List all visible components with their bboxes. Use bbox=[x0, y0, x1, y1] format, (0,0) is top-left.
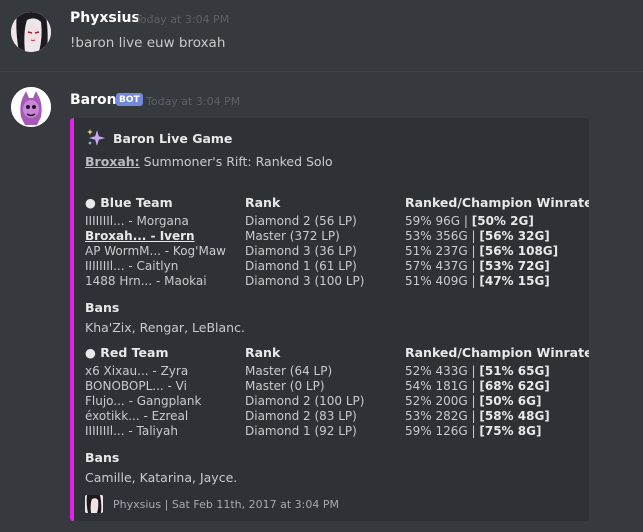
rank-column-header: Rank bbox=[245, 345, 281, 360]
blue-bans-label: Bans bbox=[85, 300, 120, 315]
player-winrate: 59% 126G | [75% 8G] bbox=[405, 424, 542, 438]
game-mode: Summoner's Rift: Ranked Solo bbox=[139, 154, 333, 169]
embed-accent-bar bbox=[70, 118, 74, 521]
player-rank: Master (0 LP) bbox=[245, 379, 325, 393]
player-rank: Diamond 1 (92 LP) bbox=[245, 424, 357, 438]
red-bans-label: Bans bbox=[85, 450, 120, 465]
red-bans: Camille, Katarina, Jayce. bbox=[85, 470, 238, 485]
team-name: Red Team bbox=[100, 345, 169, 360]
player-name: IIIIIIIl... - Taliyah bbox=[85, 424, 178, 438]
blue-player-list: IIIIIIIl... - Morgana Broxah... - Ivern … bbox=[85, 214, 226, 289]
player-name: 1488 Hrn... - Maokai bbox=[85, 274, 207, 288]
message-text: !baron live euw broxah bbox=[70, 35, 226, 51]
red-team-header: ● Red Team bbox=[85, 345, 169, 360]
player-name: BONOBOPL... - Vi bbox=[85, 379, 187, 393]
timestamp: Today at 3:04 PM bbox=[135, 13, 230, 26]
player-winrate: 53% 282G | [58% 48G] bbox=[405, 409, 550, 423]
team-bullet: ● bbox=[85, 195, 96, 210]
embed-description: Broxah: Summoner's Rift: Ranked Solo bbox=[85, 154, 333, 169]
winrate-column-header: Ranked/Champion Winrate bbox=[405, 195, 589, 210]
winrate-column-header: Ranked/Champion Winrate bbox=[405, 345, 589, 360]
blue-winrate-list: 59% 96G | [50% 2G] 53% 356G | [56% 32G] … bbox=[405, 214, 558, 289]
player-name: éxotikk... - Ezreal bbox=[85, 409, 189, 423]
player-name: Broxah... - Ivern bbox=[85, 229, 195, 243]
player-rank: Diamond 3 (100 LP) bbox=[245, 274, 365, 288]
player-winrate: 51% 237G | [56% 108G] bbox=[405, 244, 559, 258]
player-rank: Diamond 3 (36 LP) bbox=[245, 244, 357, 258]
embed-footer: Phyxsius | Sat Feb 11th, 2017 at 3:04 PM bbox=[113, 498, 339, 511]
player-name: IIIIIIIl... - Morgana bbox=[85, 214, 189, 228]
username[interactable]: Baron bbox=[70, 92, 117, 108]
player-name: AP WormM... - Kog'Maw bbox=[85, 244, 226, 258]
red-rank-list: Master (64 LP) Master (0 LP) Diamond 2 (… bbox=[245, 364, 364, 439]
red-player-list: x6 Xixau... - Zyra BONOBOPL... - Vi Fluj… bbox=[85, 364, 201, 439]
player-name: x6 Xixau... - Zyra bbox=[85, 364, 189, 378]
avatar[interactable] bbox=[11, 12, 51, 52]
player-winrate: 51% 409G | [47% 15G] bbox=[405, 274, 550, 288]
player-rank: Diamond 2 (100 LP) bbox=[245, 394, 365, 408]
player-rank: Diamond 2 (83 LP) bbox=[245, 409, 357, 423]
team-name: Blue Team bbox=[100, 195, 173, 210]
blue-bans: Kha'Zix, Rengar, LeBlanc. bbox=[85, 320, 245, 335]
blue-rank-list: Diamond 2 (56 LP) Master (372 LP) Diamon… bbox=[245, 214, 364, 289]
rank-column-header: Rank bbox=[245, 195, 281, 210]
player-winrate: 57% 437G | [53% 72G] bbox=[405, 259, 550, 273]
player-name: IIIIIIIl... - Caitlyn bbox=[85, 259, 179, 273]
red-winrate-list: 52% 433G | [51% 65G] 54% 181G | [68% 62G… bbox=[405, 364, 550, 439]
player-rank: Diamond 2 (56 LP) bbox=[245, 214, 357, 228]
player-rank: Master (372 LP) bbox=[245, 229, 340, 243]
player-winrate: 54% 181G | [68% 62G] bbox=[405, 379, 550, 393]
player-winrate: 53% 356G | [56% 32G] bbox=[405, 229, 550, 243]
footer-avatar bbox=[85, 495, 103, 513]
player-winrate: 52% 433G | [51% 65G] bbox=[405, 364, 550, 378]
player-rank: Diamond 1 (61 LP) bbox=[245, 259, 357, 273]
message-divider bbox=[0, 71, 643, 72]
avatar[interactable] bbox=[11, 87, 51, 127]
player-name: Flujo... - Gangplank bbox=[85, 394, 202, 408]
summoner-link[interactable]: Broxah: bbox=[85, 154, 140, 169]
username[interactable]: Phyxsius bbox=[70, 10, 140, 26]
team-bullet: ● bbox=[85, 345, 96, 360]
timestamp: Today at 3:04 PM bbox=[146, 95, 241, 108]
embed-title: Baron Live Game bbox=[113, 131, 233, 146]
player-rank: Master (64 LP) bbox=[245, 364, 333, 378]
sparkles-icon bbox=[86, 128, 106, 152]
player-winrate: 52% 200G | [50% 6G] bbox=[405, 394, 542, 408]
blue-team-header: ● Blue Team bbox=[85, 195, 173, 210]
player-winrate: 59% 96G | [50% 2G] bbox=[405, 214, 534, 228]
bot-badge: BOT bbox=[116, 93, 143, 106]
live-game-embed: Baron Live Game Broxah: Summoner's Rift:… bbox=[70, 118, 589, 521]
